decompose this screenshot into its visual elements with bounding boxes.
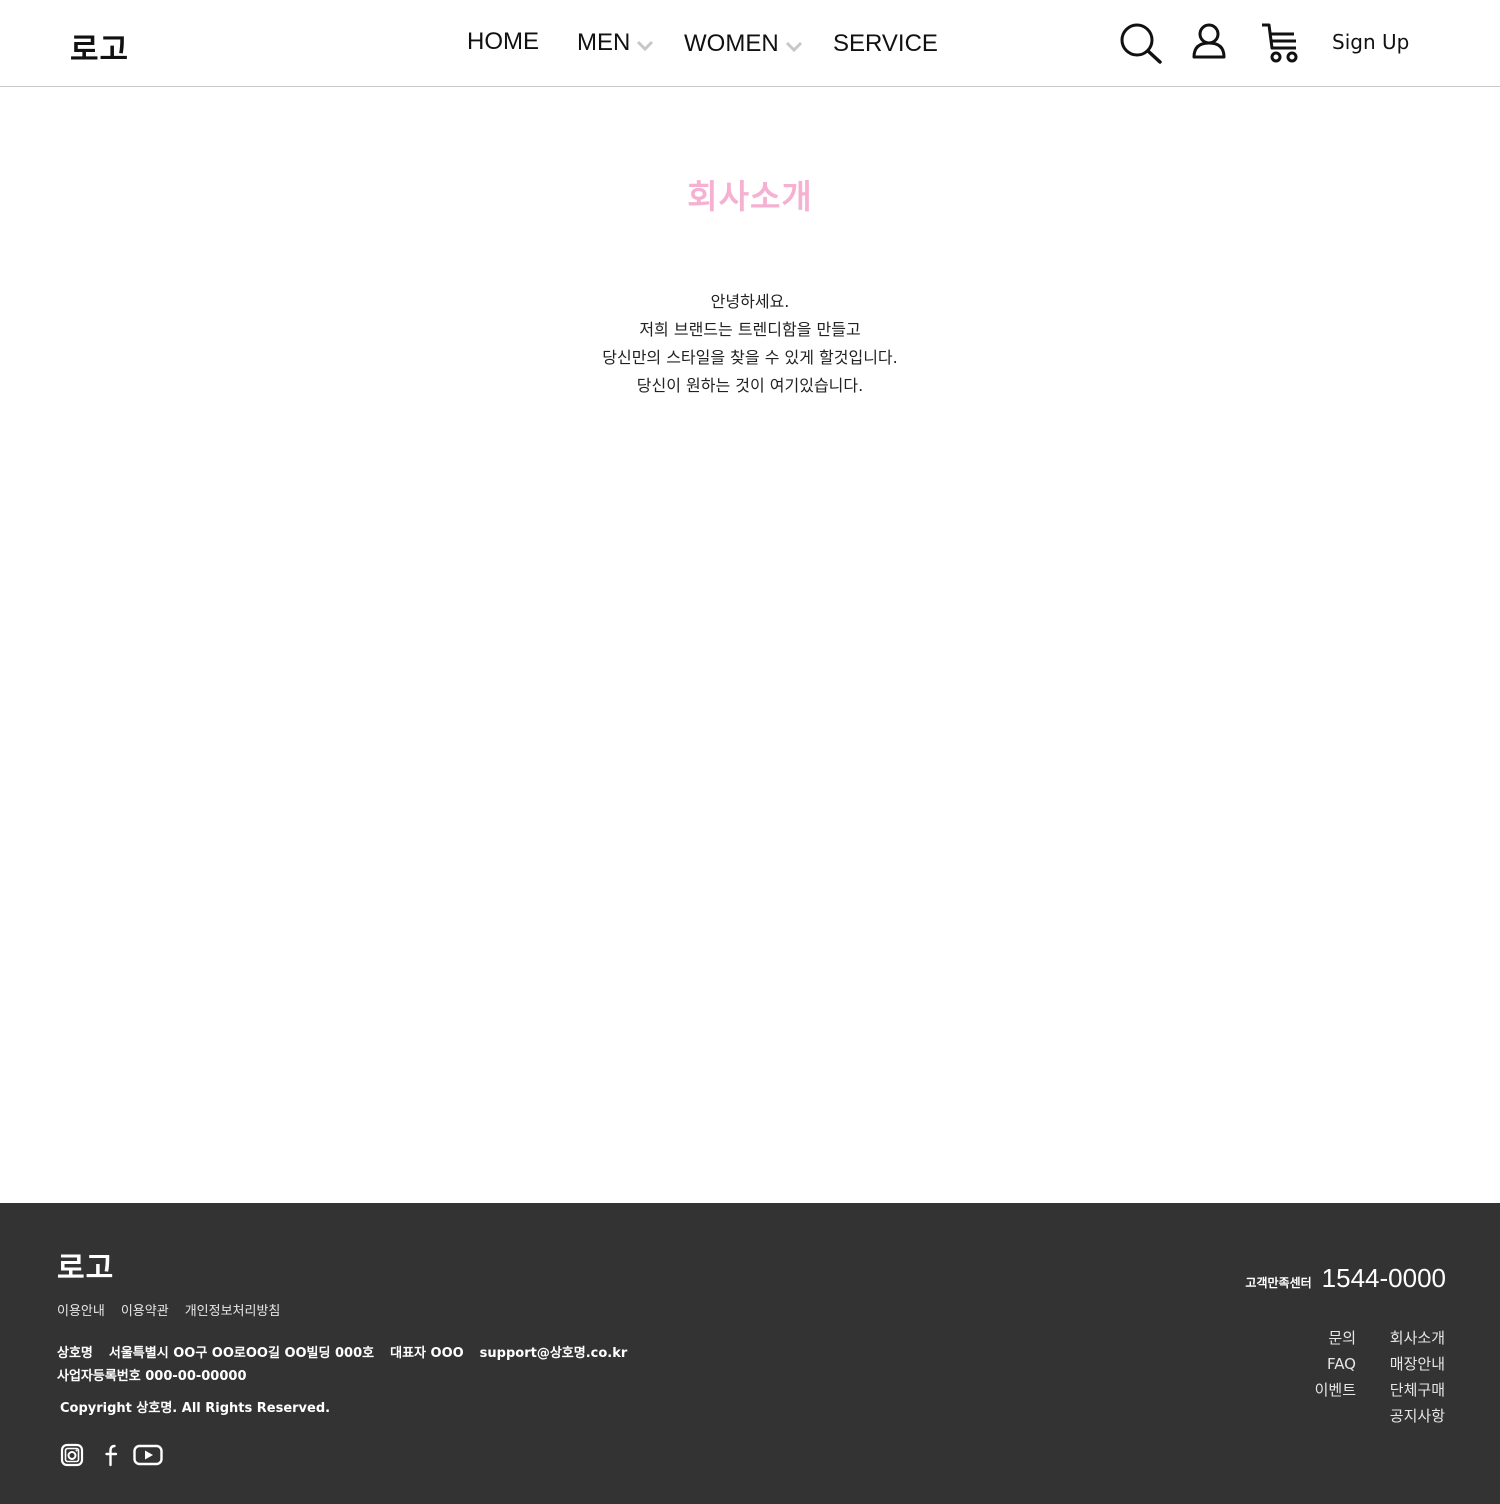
intro-line: 당신만의 스타일을 찾을 수 있게 할것입니다. [602,348,898,367]
instagram-icon[interactable] [59,1443,85,1467]
nav-women[interactable]: WOMEN [684,30,803,58]
footer-link-privacy[interactable]: 개인정보처리방침 [185,1300,281,1319]
company-address: 서울특별시 OO구 OO로OO길 OO빌딩 000호 [108,1346,375,1361]
footer-menu-item[interactable]: 회사소개 [1390,1325,1445,1351]
search-icon[interactable] [1119,22,1163,64]
company-email: support@상호명.co.kr [479,1346,628,1361]
cs-phone[interactable]: 1544-0000 [1322,1263,1446,1294]
company-name: 상호명 [57,1346,93,1361]
intro-line: 저희 브랜드는 트렌디함을 만들고 [639,320,861,339]
nav-men[interactable]: MEN [577,29,654,57]
company-info: 상호명 서울특별시 OO구 OO로OO길 OO빌딩 000호 대표자 OOO supp… [57,1342,643,1388]
copyright: Copyright 상호명. All Rights Reserved. [60,1401,331,1416]
company-ceo: 대표자 OOO [390,1346,464,1361]
footer-menu-left: 문의 FAQ 이벤트 [1315,1325,1356,1403]
nav-service[interactable]: SERVICE [833,30,938,58]
user-icon[interactable] [1190,22,1228,60]
footer-logo[interactable]: 로고 [57,1243,114,1287]
page-title: 회사소개 [687,177,813,216]
nav-men-label: MEN [577,29,631,56]
intro-line: 안녕하세요. [710,292,790,311]
footer-menu-item[interactable]: 단체구매 [1390,1377,1445,1403]
footer-menu-item[interactable]: 이벤트 [1315,1377,1356,1403]
footer-menu-item[interactable]: 매장안내 [1390,1351,1445,1377]
footer-menu-item[interactable]: 공지사항 [1390,1403,1445,1429]
chevron-down-icon [637,40,654,52]
intro-line: 당신이 원하는 것이 여기있습니다. [636,376,864,395]
chevron-down-icon [785,41,802,53]
site-header: 로고 HOME MEN WOMEN SERVICE Sign Up [0,0,1500,87]
footer-menu-right: 회사소개 매장안내 단체구매 공지사항 [1390,1325,1445,1429]
intro-text: 안녕하세요. 저희 브랜드는 트렌디함을 만들고 당신만의 스타일을 찾을 수 … [0,288,1500,400]
customer-center: 고객만족센터 1544-0000 [1245,1263,1446,1294]
nav-home[interactable]: HOME [467,28,539,56]
cart-icon[interactable] [1260,22,1302,64]
facebook-icon[interactable] [99,1443,125,1467]
signup-link[interactable]: Sign Up [1332,30,1409,54]
footer-policy-links: 이용안내 이용약관 개인정보처리방침 [57,1300,280,1319]
youtube-icon[interactable] [133,1443,163,1467]
footer-link-guide[interactable]: 이용안내 [57,1300,105,1319]
footer-menu-item[interactable]: FAQ [1315,1351,1356,1377]
footer-link-terms[interactable]: 이용약관 [121,1300,169,1319]
site-footer: 로고 이용안내 이용약관 개인정보처리방침 상호명 서울특별시 OO구 OO로OO… [0,1203,1500,1504]
nav-service-label: SERVICE [833,30,938,57]
cs-label: 고객만족센터 [1245,1276,1312,1290]
nav-home-label: HOME [467,28,539,55]
nav-women-label: WOMEN [684,30,779,57]
business-number: 사업자등록번호 000-00-00000 [57,1369,247,1384]
footer-menu-item[interactable]: 문의 [1315,1325,1356,1351]
